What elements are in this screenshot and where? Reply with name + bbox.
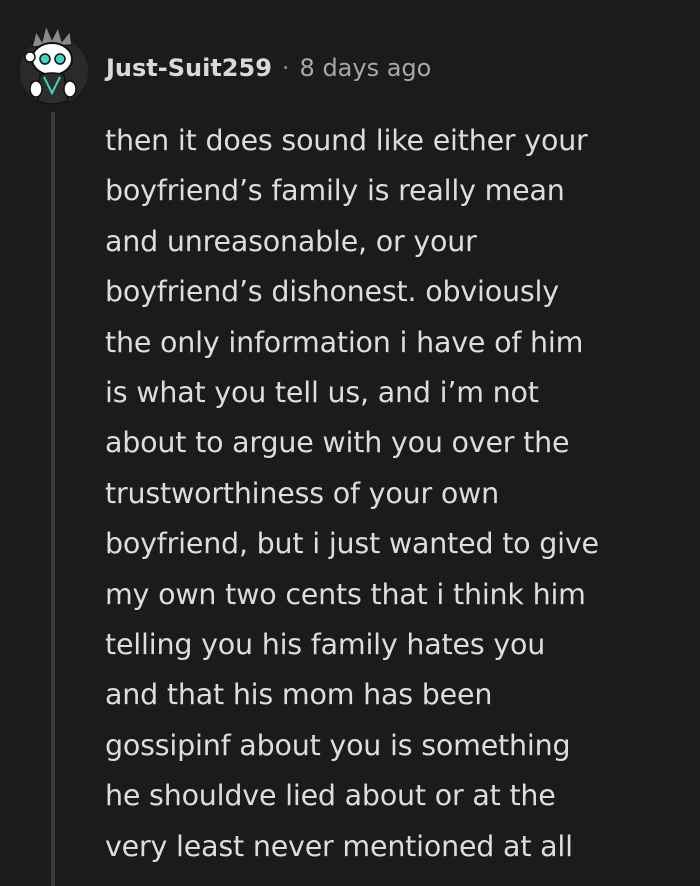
comment-line: the only information i have of him bbox=[105, 325, 584, 359]
comment-line: my own two cents that i think him bbox=[105, 577, 586, 611]
thread-line[interactable] bbox=[51, 112, 55, 886]
comment-line: then it does sound like either your bbox=[105, 124, 588, 157]
comment-line: telling you his family hates you bbox=[105, 628, 546, 662]
comment-line: and that his mom has been bbox=[105, 678, 493, 712]
comment-line: and unreasonable, or your bbox=[105, 224, 477, 258]
comment-line: boyfriend’s family is really mean bbox=[105, 174, 565, 208]
comment-meta: Just-Suit259 · 8 days ago bbox=[106, 54, 431, 82]
comment-body: then it does sound like either your boyf… bbox=[105, 116, 685, 872]
comment-line: gossipinf about you is something bbox=[105, 728, 571, 762]
comment-line: very least never mentioned at all bbox=[105, 829, 573, 863]
username-link[interactable]: Just-Suit259 bbox=[106, 54, 272, 82]
comment-line: boyfriend, but i just wanted to give bbox=[105, 527, 599, 561]
comment-line: boyfriend’s dishonest. obviously bbox=[105, 275, 559, 309]
comment-line: is what you tell us, and i’m not bbox=[105, 376, 539, 410]
meta-separator: · bbox=[281, 54, 290, 82]
comment-line: he shouldve lied about or at the bbox=[105, 779, 556, 813]
comment-timestamp[interactable]: 8 days ago bbox=[300, 54, 432, 82]
comment-line: about to argue with you over the bbox=[105, 426, 570, 460]
comment-line: trustworthiness of your own bbox=[105, 476, 500, 510]
snoo-avatar-icon[interactable] bbox=[18, 19, 90, 111]
comment-header: Just-Suit259 · 8 days ago bbox=[18, 10, 431, 120]
